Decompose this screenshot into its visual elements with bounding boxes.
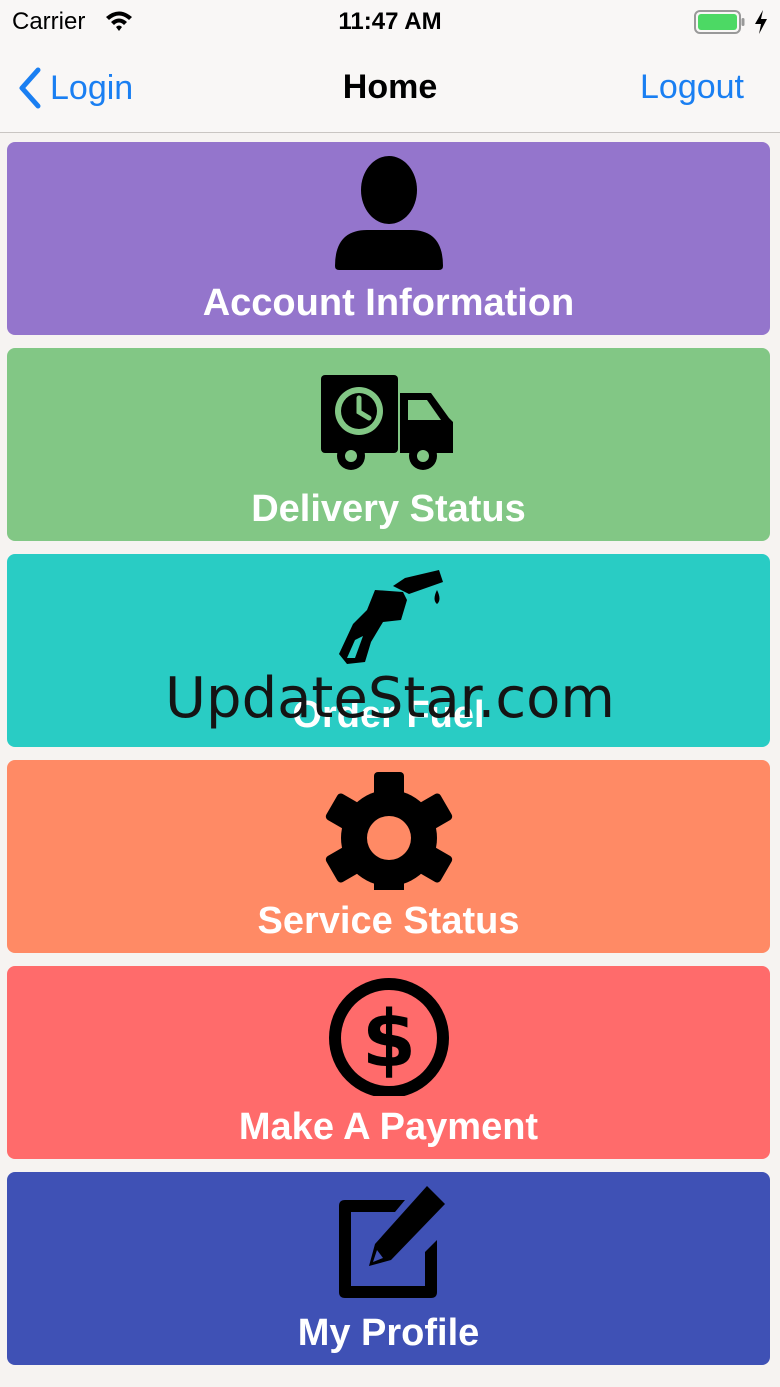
charging-bolt-icon: [752, 8, 770, 36]
back-button-label: Login: [50, 68, 134, 107]
tile-label: Delivery Status: [251, 488, 526, 530]
make-a-payment-tile[interactable]: $ Make A Payment: [7, 966, 770, 1159]
status-bar: Carrier 11:47 AM: [0, 0, 780, 44]
order-fuel-tile[interactable]: Order Fuel: [7, 554, 770, 747]
tile-label: My Profile: [297, 1312, 480, 1354]
tile-label: Order Fuel: [292, 694, 485, 736]
fuel-nozzle-icon: [319, 566, 459, 684]
home-menu: Account Information Delivery Status Orde…: [7, 142, 770, 1378]
tile-label: Make A Payment: [238, 1106, 539, 1148]
dollar-coin-icon: $: [319, 978, 459, 1098]
status-time: 11:47 AM: [338, 8, 442, 35]
chevron-left-icon: [19, 67, 41, 109]
tile-label: Account Information: [202, 282, 575, 324]
account-information-tile[interactable]: Account Information: [7, 142, 770, 335]
delivery-status-tile[interactable]: Delivery Status: [7, 348, 770, 541]
navigation-bar: Login Home Logout: [0, 44, 780, 133]
edit-icon: [319, 1184, 459, 1302]
battery-icon: [694, 9, 746, 35]
gear-icon: [319, 772, 459, 904]
back-button[interactable]: Login: [14, 64, 133, 112]
logout-button[interactable]: Logout: [640, 68, 744, 107]
delivery-truck-icon: [319, 360, 459, 478]
service-status-tile[interactable]: Service Status: [7, 760, 770, 953]
tile-label: Service Status: [257, 900, 520, 942]
person-icon: [319, 154, 459, 272]
my-profile-tile[interactable]: My Profile: [7, 1172, 770, 1365]
svg-text:$: $: [361, 995, 415, 1085]
